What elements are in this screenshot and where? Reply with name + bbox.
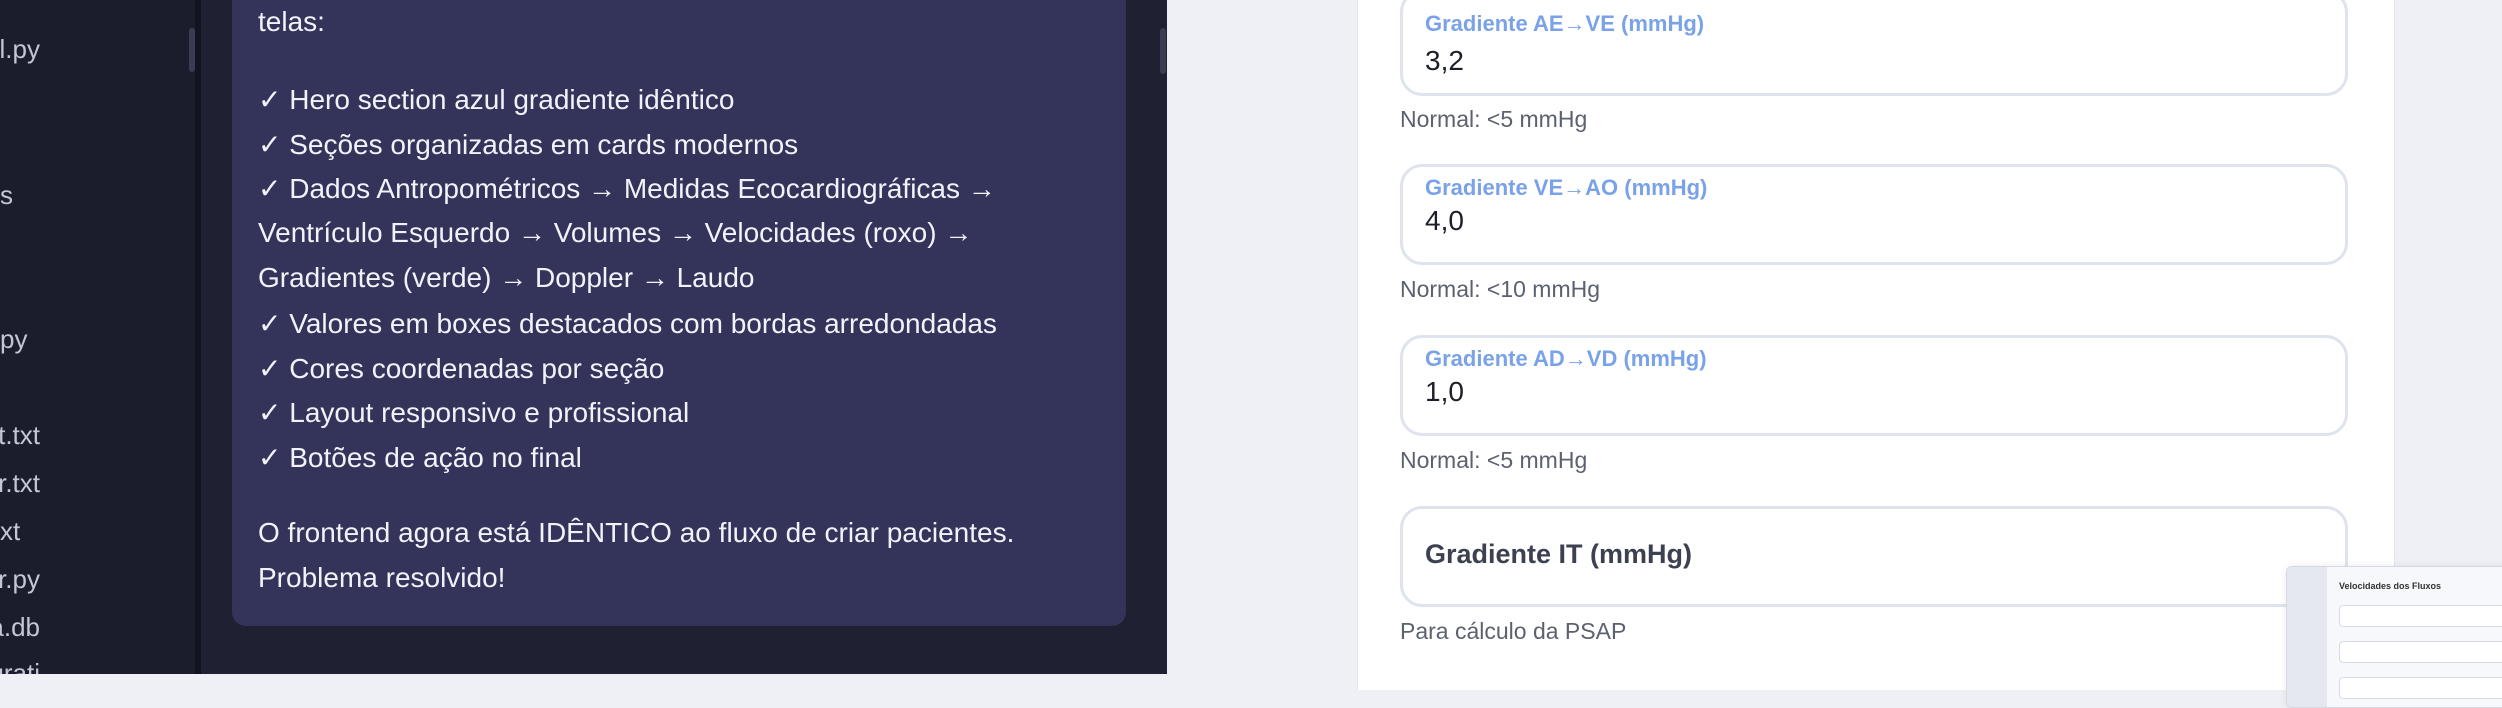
field-value[interactable]: 3,2 xyxy=(1425,45,1464,77)
field-hint: Normal: <5 mmHg xyxy=(1400,447,1588,473)
message-line: ✓ Hero section azul gradiente idêntico xyxy=(258,84,735,115)
field-hint: Normal: <5 mmHg xyxy=(1400,106,1588,132)
gradiente-ad-vd-field[interactable]: Gradiente AD→VD (mmHg) 1,0 xyxy=(1400,335,2348,436)
gradiente-ae-ve-field[interactable]: Gradiente AE→VE (mmHg) 3,2 xyxy=(1400,0,2348,96)
message-line: Gradientes (verde) → Doppler → Laudo xyxy=(258,262,755,293)
message-line: telas: xyxy=(258,6,325,37)
file-item[interactable]: est.txt xyxy=(0,420,40,451)
file-item[interactable]: st_user.py xyxy=(0,564,40,595)
message-line: ✓ Botões de ação no final xyxy=(258,442,582,473)
message-line: O frontend agora está IDÊNTICO ao fluxo … xyxy=(258,517,1015,548)
message-line: ✓ Layout responsivo e profissional xyxy=(258,397,690,428)
field-label: Gradiente AE→VE (mmHg) xyxy=(1425,11,1705,36)
gradiente-it-field[interactable]: Gradiente IT (mmHg) xyxy=(1400,506,2348,607)
field-label: Gradiente VE→AO (mmHg) xyxy=(1425,175,1708,200)
file-list: l.py s py est.txt user.txt xt st_user.py… xyxy=(0,0,195,674)
file-item[interactable]: user_migrati xyxy=(0,658,40,674)
field-value[interactable]: 1,0 xyxy=(1425,376,1464,408)
field-label: Gradiente AD→VD (mmHg) xyxy=(1425,346,1707,371)
field-value[interactable]: 4,0 xyxy=(1425,205,1464,237)
field-hint: Para cálculo da PSAP xyxy=(1400,618,1627,644)
file-item[interactable]: py xyxy=(0,324,27,355)
file-item[interactable]: s xyxy=(0,180,13,211)
thumbnail-field xyxy=(2339,677,2502,699)
thumbnail-title: Velocidades dos Fluxos xyxy=(2339,581,2442,591)
chat-scrollbar[interactable] xyxy=(1160,28,1166,74)
screenshot-thumbnail[interactable]: Velocidades dos Fluxos xyxy=(2286,566,2502,708)
field-title: Gradiente IT (mmHg) xyxy=(1425,539,1693,569)
thumbnail-field xyxy=(2339,641,2502,663)
thumbnail-sidebar xyxy=(2287,567,2327,707)
message-line: Problema resolvido! xyxy=(258,562,506,593)
file-item[interactable]: l.py xyxy=(0,34,40,65)
message-line: Ventrículo Esquerdo → Volumes → Velocida… xyxy=(258,217,973,248)
file-item[interactable]: xt xyxy=(0,516,20,547)
message-line: ✓ Dados Antropométricos → Medidas Ecocar… xyxy=(258,173,996,204)
file-item[interactable]: grama.db xyxy=(0,612,40,643)
file-item[interactable]: user.txt xyxy=(0,468,40,499)
thumbnail-field xyxy=(2339,605,2502,627)
message-line: ✓ Cores coordenadas por seção xyxy=(258,353,665,384)
message-line: ✓ Valores em boxes destacados com bordas… xyxy=(258,308,997,339)
field-hint: Normal: <10 mmHg xyxy=(1400,276,1601,302)
gradiente-ve-ao-field[interactable]: Gradiente VE→AO (mmHg) 4,0 xyxy=(1400,164,2348,265)
message-line: ✓ Seções organizadas em cards modernos xyxy=(258,129,799,160)
